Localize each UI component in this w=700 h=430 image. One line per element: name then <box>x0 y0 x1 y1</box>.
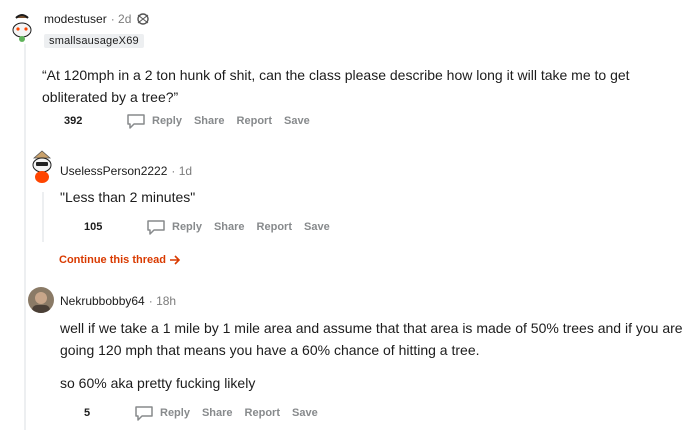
save-button[interactable]: Save <box>292 407 318 419</box>
user-photo-avatar <box>28 287 54 313</box>
avatar[interactable] <box>28 287 54 313</box>
timestamp[interactable]: · 2d <box>111 12 132 26</box>
timestamp[interactable]: · 18h <box>149 294 176 308</box>
username[interactable]: UselessPerson2222 <box>60 164 167 178</box>
continue-thread-label: Continue this thread <box>59 254 166 266</box>
snoo-avatar-icon <box>6 10 38 42</box>
report-button[interactable]: Report <box>245 407 280 419</box>
award-icon[interactable] <box>135 12 151 26</box>
comment-body: "Less than 2 minutes" <box>60 189 196 205</box>
comment-header: modestuser · 2d <box>44 12 151 26</box>
reply-icon <box>135 406 153 421</box>
snoo-avatar-icon <box>32 150 52 183</box>
user-flair: smallsausageX69 <box>44 34 144 48</box>
reply-icon <box>147 220 165 235</box>
comment-actions: 392 Reply Share Report Save <box>64 113 322 129</box>
comment-header: UselessPerson2222 · 1d <box>60 164 192 178</box>
reply-button[interactable]: Reply <box>126 113 182 129</box>
report-button[interactable]: Report <box>257 221 292 233</box>
reply-label: Reply <box>160 407 190 419</box>
vote-count: 5 <box>84 407 91 419</box>
share-button[interactable]: Share <box>202 407 233 419</box>
comment-body: well if we take a 1 mile by 1 mile area … <box>60 320 683 358</box>
thread-line-nested[interactable] <box>42 192 44 242</box>
reply-icon <box>127 114 145 129</box>
reply-label: Reply <box>152 115 182 127</box>
comment-actions: 105 Reply Share Report Save <box>84 219 342 235</box>
reply-label: Reply <box>172 221 202 233</box>
vote-count: 392 <box>64 115 83 127</box>
continue-thread-link[interactable]: Continue this thread <box>59 254 181 266</box>
username[interactable]: Nekrubbobby64 <box>60 294 145 308</box>
timestamp[interactable]: · 1d <box>171 164 192 178</box>
comment-body: “At 120mph in a 2 ton hunk of shit, can … <box>42 67 630 105</box>
comment-actions: 5 Reply Share Report Save <box>84 405 330 421</box>
save-button[interactable]: Save <box>304 221 330 233</box>
arrow-right-icon <box>169 255 181 265</box>
thread-line-main[interactable] <box>24 44 26 430</box>
comment-header: Nekrubbobby64 · 18h <box>60 294 176 308</box>
reply-button[interactable]: Reply <box>134 405 190 421</box>
username[interactable]: modestuser <box>44 12 107 26</box>
save-button[interactable]: Save <box>284 115 310 127</box>
vote-count: 105 <box>84 221 103 233</box>
report-button[interactable]: Report <box>237 115 272 127</box>
share-button[interactable]: Share <box>194 115 225 127</box>
avatar[interactable] <box>28 150 56 184</box>
avatar[interactable] <box>6 10 38 42</box>
share-button[interactable]: Share <box>214 221 245 233</box>
comment-body-paragraph: so 60% aka pretty fucking likely <box>60 375 256 391</box>
reply-button[interactable]: Reply <box>146 219 202 235</box>
